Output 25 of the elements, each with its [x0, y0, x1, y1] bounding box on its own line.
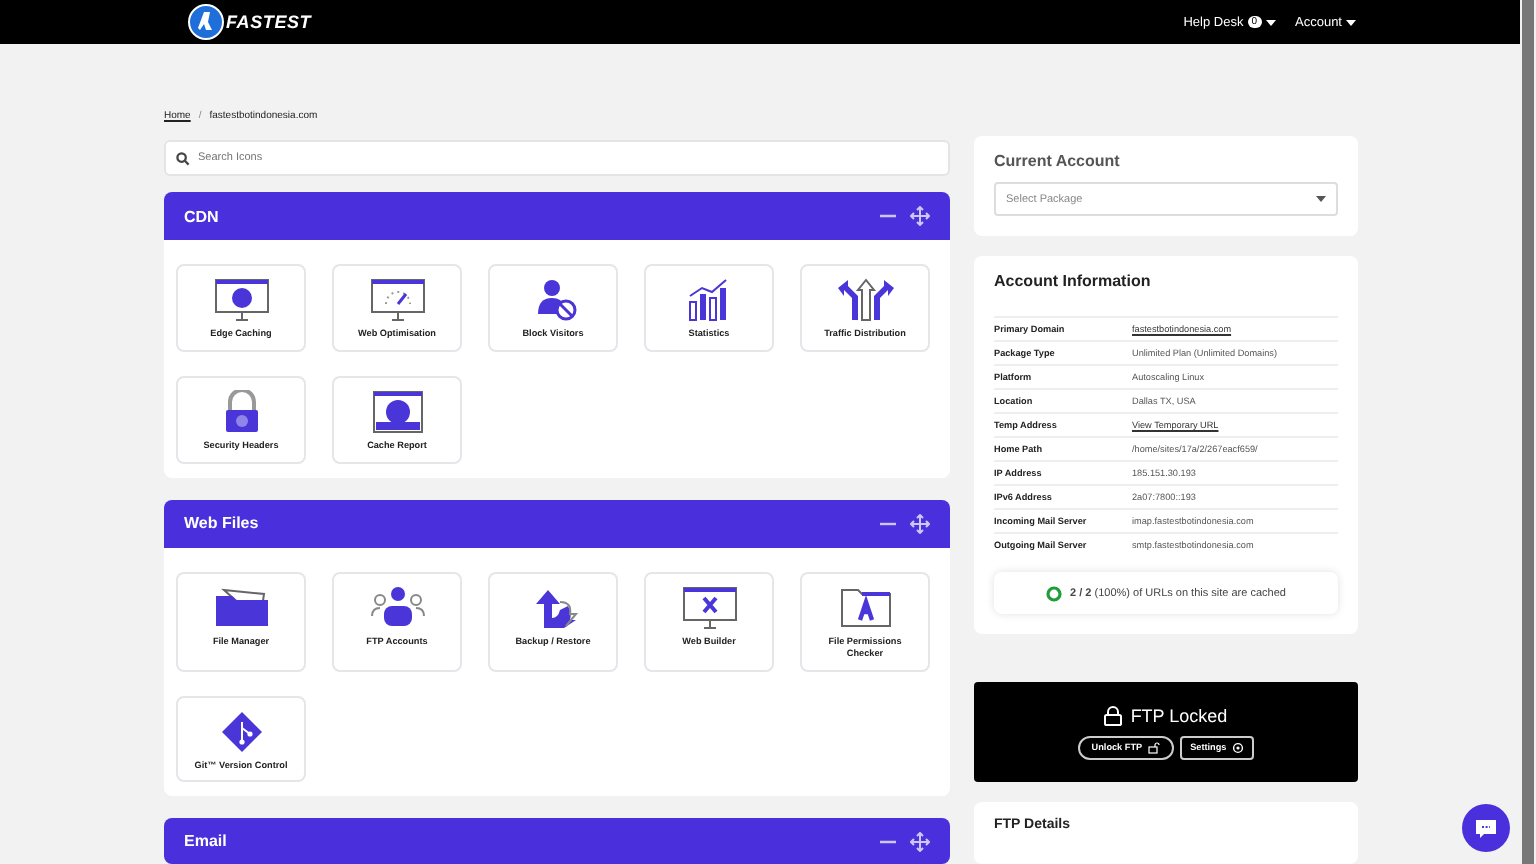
card-title: Current Account: [994, 152, 1122, 170]
scrollbar[interactable]: [1520, 0, 1536, 864]
panel-title: Email: [184, 832, 227, 851]
caret-icon: [1316, 196, 1326, 202]
search-icon: [176, 152, 190, 166]
lock-icon: [1104, 705, 1123, 725]
ftp-status-title: FTP Locked: [1130, 705, 1228, 725]
caret-icon: [1346, 19, 1356, 25]
move-icon[interactable]: [910, 513, 930, 534]
users-icon: [367, 585, 427, 630]
settings-icon: [1232, 741, 1245, 753]
chat-icon: [1474, 817, 1498, 839]
chat-button[interactable]: [1462, 804, 1510, 852]
card-title: Account Information: [994, 272, 1153, 290]
ring-icon: [1046, 585, 1063, 601]
panel-title: CDN: [184, 207, 219, 225]
move-icon[interactable]: [910, 831, 930, 852]
arrows-icon: [835, 278, 895, 322]
folder-icon: [211, 585, 271, 630]
caret-icon: [1265, 19, 1275, 25]
gauge-icon: [367, 278, 427, 322]
unlock-icon: [1148, 741, 1161, 753]
logo[interactable]: FASTEST: [188, 4, 312, 40]
move-icon[interactable]: [910, 206, 930, 226]
panel-title: Web Files: [184, 514, 259, 533]
